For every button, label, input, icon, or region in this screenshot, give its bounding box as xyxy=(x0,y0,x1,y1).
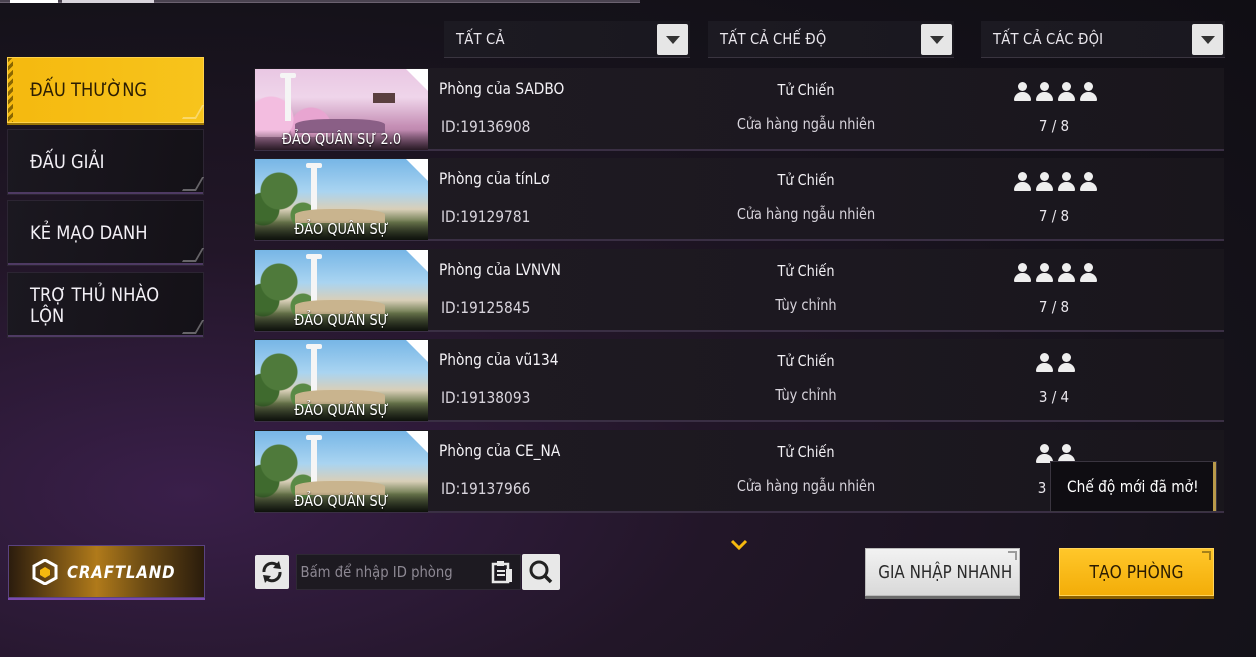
craftland-logo-icon xyxy=(32,559,58,585)
search-icon xyxy=(529,560,553,584)
dropdown-arrow-icon[interactable] xyxy=(921,24,952,55)
room-id: ID:19136908 xyxy=(441,117,531,136)
room-id-search-box[interactable] xyxy=(296,554,521,590)
tab-ke-mao-danh[interactable]: KẺ MẠO DANH xyxy=(7,200,204,266)
dropdown-arrow-icon[interactable] xyxy=(1192,24,1223,55)
tab-label: KẺ MẠO DANH xyxy=(30,222,148,244)
corner-tag-icon xyxy=(406,69,428,91)
player-slots-icon xyxy=(1012,262,1099,284)
map-name: ĐẢO QUÂN SỰ 2.0 xyxy=(281,130,402,148)
room-name: Phòng của LVNVN xyxy=(439,260,561,279)
room-id: ID:19138093 xyxy=(441,388,531,407)
corner-tag-icon xyxy=(406,431,428,453)
player-icon xyxy=(1056,81,1077,102)
player-slots-icon xyxy=(1034,352,1077,374)
filter-modes-label: TẤT CẢ CHẾ ĐỘ xyxy=(720,30,827,48)
refresh-icon xyxy=(262,561,282,583)
player-icon xyxy=(1078,171,1099,192)
map-thumbnail: ĐẢO QUÂN SỰ xyxy=(255,250,428,331)
chevron-down-icon[interactable] xyxy=(730,536,748,554)
tab-label: ĐẤU THƯỜNG xyxy=(30,79,148,101)
tab-label: ĐẤU GIẢI xyxy=(30,151,105,173)
room-row[interactable]: ĐẢO QUÂN SỰ Phòng của LVNVN ID:19125845 … xyxy=(254,249,1224,332)
map-name: ĐẢO QUÂN SỰ xyxy=(294,401,389,419)
room-name: Phòng của vũ134 xyxy=(439,350,559,369)
corner-tag-icon xyxy=(406,159,428,181)
player-icon xyxy=(1056,171,1077,192)
filter-teams[interactable]: TẤT CẢ CÁC ĐỘI xyxy=(981,21,1225,58)
room-id: ID:19137966 xyxy=(441,479,531,498)
tower-icon xyxy=(306,435,322,483)
filter-teams-label: TẤT CẢ CÁC ĐỘI xyxy=(993,30,1104,48)
room-id-input[interactable] xyxy=(297,555,460,589)
room-name: Phòng của CE_NA xyxy=(439,441,561,460)
map-name: ĐẢO QUÂN SỰ xyxy=(294,492,389,510)
create-room-label: TẠO PHÒNG xyxy=(1089,562,1184,583)
craftland-label: CRAFTLAND xyxy=(67,563,176,583)
map-name: ĐẢO QUÂN SỰ xyxy=(294,220,389,238)
new-mode-tooltip: Chế độ mới đã mở! xyxy=(1050,461,1217,512)
filter-all[interactable]: TẤT CẢ xyxy=(444,21,690,58)
room-row[interactable]: ĐẢO QUÂN SỰ Phòng của tínLơ ID:19129781 … xyxy=(254,158,1224,241)
tower-icon xyxy=(280,73,296,121)
top-tab[interactable] xyxy=(62,0,154,3)
player-slots-icon xyxy=(1012,171,1099,193)
dropdown-arrow-icon[interactable] xyxy=(657,24,688,55)
player-icon xyxy=(1034,171,1055,192)
map-thumbnail: ĐẢO QUÂN SỰ xyxy=(255,431,428,512)
tab-dau-thuong[interactable]: ĐẤU THƯỜNG xyxy=(7,57,204,123)
player-icon xyxy=(1012,81,1033,102)
filter-all-label: TẤT CẢ xyxy=(456,30,505,48)
player-icon xyxy=(1056,262,1077,283)
room-row[interactable]: ĐẢO QUÂN SỰ 2.0 Phòng của SADBO ID:19136… xyxy=(254,68,1224,151)
room-id: ID:19125845 xyxy=(441,298,531,317)
player-icon xyxy=(1034,262,1055,283)
tooltip-text: Chế độ mới đã mở! xyxy=(1067,477,1199,496)
room-row[interactable]: ĐẢO QUÂN SỰ Phòng của vũ134 ID:19138093 … xyxy=(254,339,1224,422)
player-icon xyxy=(1012,262,1033,283)
corner-tag-icon xyxy=(406,340,428,362)
room-name: Phòng của tínLơ xyxy=(439,169,550,188)
top-tab-active[interactable] xyxy=(10,0,58,3)
tower-icon xyxy=(306,163,322,211)
map-name: ĐẢO QUÂN SỰ xyxy=(294,311,389,329)
clipboard-paste-icon[interactable] xyxy=(489,559,515,585)
player-icon xyxy=(1078,81,1099,102)
tab-label: TRỢ THỦ NHÀO LỘN xyxy=(30,284,160,327)
tower-icon xyxy=(306,254,322,302)
player-icon xyxy=(1056,352,1077,373)
room-id: ID:19129781 xyxy=(441,207,531,226)
room-name: Phòng của SADBO xyxy=(439,79,565,98)
search-button[interactable] xyxy=(522,554,560,590)
player-icon xyxy=(1012,171,1033,192)
top-tab-strip xyxy=(0,0,640,3)
tower-icon xyxy=(306,344,322,392)
corner-tag-icon xyxy=(406,250,428,272)
filter-modes[interactable]: TẤT CẢ CHẾ ĐỘ xyxy=(708,21,954,58)
player-icon xyxy=(1034,352,1055,373)
create-room-button[interactable]: TẠO PHÒNG xyxy=(1059,548,1214,596)
map-thumbnail: ĐẢO QUÂN SỰ xyxy=(255,340,428,421)
quick-join-button[interactable]: GIA NHẬP NHANH xyxy=(865,548,1020,596)
tab-dau-giai[interactable]: ĐẤU GIẢI xyxy=(7,129,204,195)
player-icon xyxy=(1078,262,1099,283)
player-slots-icon xyxy=(1012,81,1099,103)
map-thumbnail: ĐẢO QUÂN SỰ 2.0 xyxy=(255,69,428,150)
map-thumbnail: ĐẢO QUÂN SỰ xyxy=(255,159,428,240)
quick-join-label: GIA NHẬP NHANH xyxy=(878,562,1013,583)
refresh-button[interactable] xyxy=(255,555,289,589)
player-icon xyxy=(1034,81,1055,102)
tab-tro-thu-nhao-lon[interactable]: TRỢ THỦ NHÀO LỘN xyxy=(7,272,204,338)
craftland-button[interactable]: CRAFTLAND xyxy=(8,545,205,598)
